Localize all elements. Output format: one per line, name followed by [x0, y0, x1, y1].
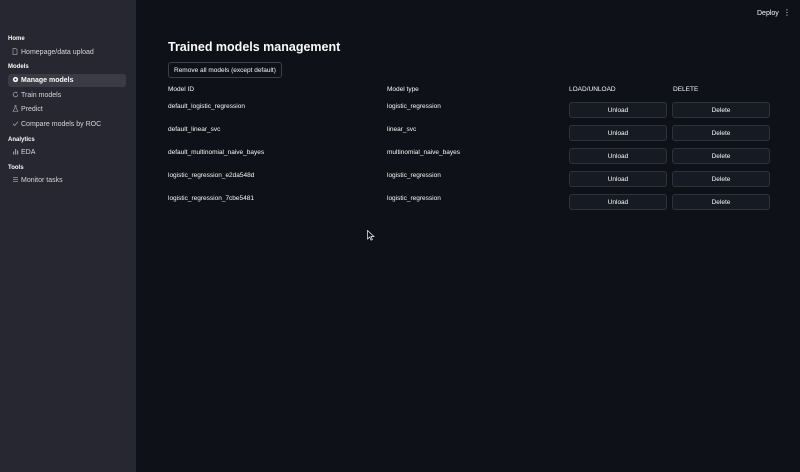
page-title: Trained models management [168, 40, 341, 54]
unload-button[interactable]: Unload [569, 125, 667, 141]
sidebar-section-tools: Tools [8, 165, 24, 171]
refresh-icon [10, 91, 20, 100]
mouse-cursor-icon [367, 228, 375, 246]
sidebar-item-label: EDA [21, 149, 36, 156]
sidebar-item-eda[interactable]: EDA [8, 146, 126, 159]
sidebar-item-label: Predict [21, 106, 43, 113]
sidebar-item-label: Homepage/data upload [21, 49, 94, 56]
remove-all-models-button[interactable]: Remove all models (except default) [168, 62, 282, 78]
sidebar-item-compare-models-by-roc[interactable]: Compare models by ROC [8, 118, 126, 131]
delete-button[interactable]: Delete [672, 148, 770, 164]
sidebar-item-label: Manage models [21, 77, 74, 84]
sidebar-item-predict[interactable]: Predict [8, 103, 126, 116]
delete-button[interactable]: Delete [672, 171, 770, 187]
column-header-model-type: Model type [387, 86, 419, 93]
column-header-model-id: Model ID [168, 86, 195, 93]
sidebar-item-label: Monitor tasks [21, 177, 63, 184]
document-icon [10, 48, 20, 57]
delete-button[interactable]: Delete [672, 194, 770, 210]
sidebar-item-manage-models[interactable]: Manage models [8, 74, 126, 87]
model-id-cell: logistic_regression_e2da548d [168, 172, 255, 179]
sidebar-item-train-models[interactable]: Train models [8, 89, 126, 102]
sidebar-item-label: Train models [21, 92, 62, 99]
gear-icon [10, 76, 20, 85]
more-menu-icon[interactable]: ⋮ [783, 8, 791, 17]
sidebar-section-models: Models [8, 64, 29, 70]
list-icon [10, 176, 20, 185]
model-id-cell: default_multinomial_naive_bayes [168, 149, 265, 156]
unload-button[interactable]: Unload [569, 194, 667, 210]
sidebar-section-analytics: Analytics [8, 137, 35, 143]
model-type-cell: logistic_regression [387, 172, 441, 179]
model-id-cell: default_logistic_regression [168, 103, 245, 110]
flask-icon [10, 105, 20, 114]
model-type-cell: multinomial_naive_bayes [387, 149, 460, 156]
sidebar: Home Homepage/data upload Models Manage … [0, 0, 136, 472]
model-type-cell: logistic_regression [387, 103, 441, 110]
model-type-cell: linear_svc [387, 126, 417, 133]
delete-button[interactable]: Delete [672, 125, 770, 141]
model-id-cell: logistic_regression_7cbe5481 [168, 195, 255, 202]
column-header-delete: DELETE [673, 86, 699, 93]
unload-button[interactable]: Unload [569, 148, 667, 164]
sidebar-item-homepage-data-upload[interactable]: Homepage/data upload [8, 46, 126, 59]
model-type-cell: logistic_regression [387, 195, 441, 202]
sidebar-item-monitor-tasks[interactable]: Monitor tasks [8, 174, 126, 187]
unload-button[interactable]: Unload [569, 171, 667, 187]
deploy-button[interactable]: Deploy [755, 9, 781, 18]
checkmark-icon [10, 120, 20, 129]
bar-chart-icon [10, 148, 20, 157]
sidebar-item-label: Compare models by ROC [21, 121, 102, 128]
delete-button[interactable]: Delete [672, 102, 770, 118]
model-id-cell: default_linear_svc [168, 126, 221, 133]
sidebar-section-home: Home [8, 36, 25, 42]
column-header-load-unload: LOAD/UNLOAD [569, 86, 616, 93]
unload-button[interactable]: Unload [569, 102, 667, 118]
